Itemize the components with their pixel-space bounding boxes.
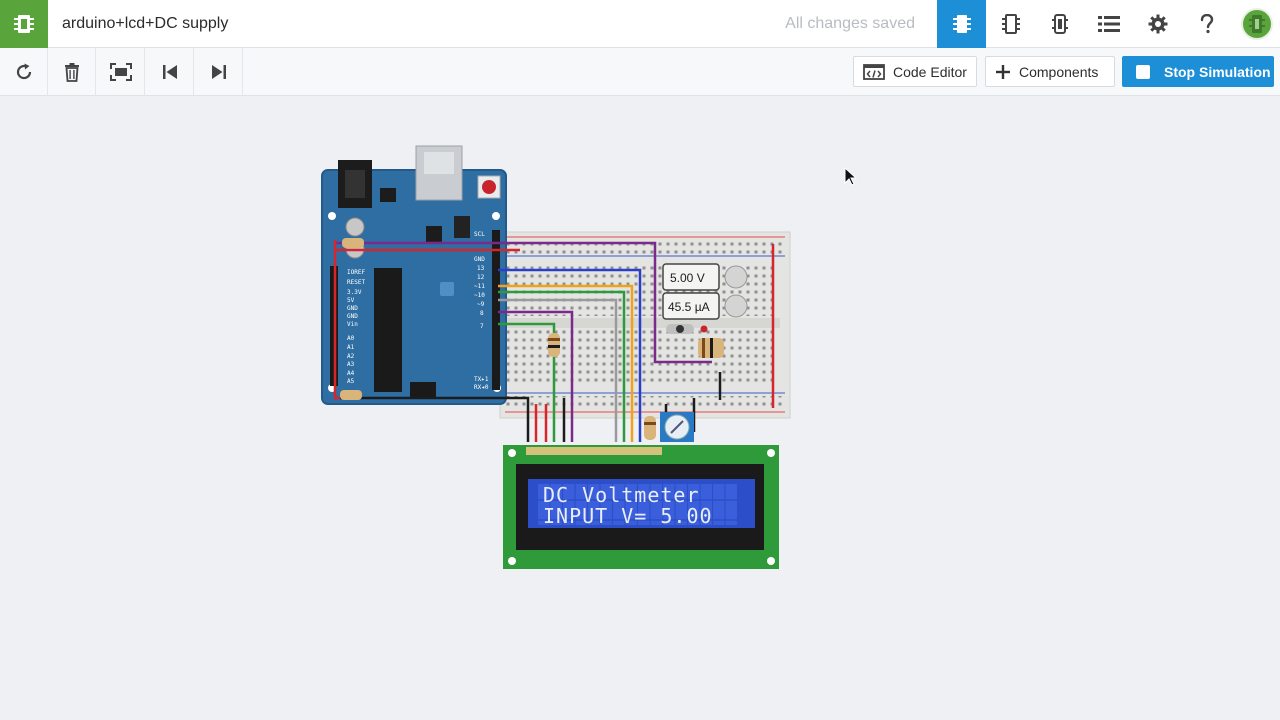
save-status: All changes saved: [785, 15, 915, 32]
stop-simulation-button[interactable]: Stop Simulation: [1122, 56, 1274, 87]
voltmeter[interactable]: 5.00 V: [662, 263, 748, 291]
svg-text:~9: ~9: [477, 301, 485, 308]
schematic-view-button[interactable]: [1035, 0, 1084, 48]
stop-simulation-label: Stop Simulation: [1164, 63, 1271, 80]
circuit-canvas[interactable]: IOREF RESET 3.3V 5V GND GND Vin A0 A1 A2…: [0, 97, 1280, 720]
svg-text:~10: ~10: [474, 292, 485, 299]
components-view-icon: [1001, 14, 1020, 34]
svg-text:12: 12: [477, 274, 485, 281]
user-avatar[interactable]: [1241, 8, 1273, 40]
components-button[interactable]: Components: [985, 56, 1115, 87]
rotate-button[interactable]: [0, 48, 48, 96]
svg-text:GND: GND: [474, 256, 485, 263]
svg-text:13: 13: [477, 265, 485, 272]
stop-icon: [1136, 64, 1150, 79]
fit-view-button[interactable]: [97, 48, 145, 96]
svg-text:A0: A0: [347, 335, 355, 342]
ammeter[interactable]: 45.5 µA: [662, 292, 748, 320]
top-header: arduino+lcd+DC supply All changes saved: [0, 0, 1280, 48]
project-title[interactable]: arduino+lcd+DC supply: [62, 0, 228, 48]
component-list-icon: [1097, 16, 1120, 32]
help-icon: [1200, 14, 1213, 34]
plus-icon: [995, 64, 1011, 80]
svg-text:TX▸1: TX▸1: [474, 376, 489, 383]
svg-text:GND: GND: [347, 313, 358, 320]
circuit-logo-icon: [14, 15, 34, 33]
potentiometer[interactable]: [660, 412, 694, 442]
code-editor-label: Code Editor: [893, 63, 967, 80]
rotate-icon: [16, 63, 31, 80]
svg-text:IOREF: IOREF: [347, 269, 365, 276]
svg-text:RESET: RESET: [347, 279, 365, 286]
svg-text:5V: 5V: [347, 297, 355, 304]
step-forward-button[interactable]: [195, 48, 243, 96]
help-button[interactable]: [1182, 0, 1231, 48]
schematic-view-icon: [1051, 14, 1068, 34]
svg-text:A4: A4: [347, 370, 355, 377]
svg-text:GND: GND: [347, 305, 358, 312]
fit-view-icon: [109, 63, 132, 81]
ammeter-reading: 45.5 µA: [668, 300, 710, 314]
delete-icon: [64, 63, 79, 82]
code-editor-button[interactable]: Code Editor: [853, 56, 977, 87]
delete-button[interactable]: [48, 48, 96, 96]
svg-text:A5: A5: [347, 378, 355, 385]
step-back-button[interactable]: [146, 48, 194, 96]
svg-text:3.3V: 3.3V: [347, 289, 362, 296]
code-editor-icon: [863, 63, 885, 80]
user-avatar-icon: [1249, 15, 1265, 33]
step-back-icon: [162, 65, 177, 79]
svg-text:RX◂0: RX◂0: [474, 384, 489, 391]
mouse-cursor-icon: [844, 167, 858, 186]
svg-text:7: 7: [480, 323, 484, 330]
lcd-line-2: INPUT V= 5.00: [543, 504, 713, 528]
toolbar: Code Editor Components Stop Simulation: [0, 48, 1280, 96]
svg-text:A1: A1: [347, 344, 355, 351]
svg-text:8: 8: [480, 310, 484, 317]
svg-text:SCL: SCL: [474, 231, 485, 238]
component-list-button[interactable]: [1084, 0, 1133, 48]
circuit-view-icon: [952, 15, 971, 33]
app-logo[interactable]: [0, 0, 48, 48]
step-forward-icon: [211, 65, 226, 79]
svg-text:Vin: Vin: [347, 321, 358, 328]
circuit-drawing: IOREF RESET 3.3V 5V GND GND Vin A0 A1 A2…: [321, 145, 791, 569]
settings-icon: [1148, 14, 1167, 34]
components-label: Components: [1019, 63, 1099, 80]
voltmeter-reading: 5.00 V: [670, 271, 705, 285]
settings-button[interactable]: [1133, 0, 1182, 48]
svg-text:A3: A3: [347, 361, 355, 368]
circuit-view-button[interactable]: [937, 0, 986, 48]
lcd-display[interactable]: DC Voltmeter INPUT V= 5.00: [503, 445, 779, 569]
arduino-uno-board[interactable]: IOREF RESET 3.3V 5V GND GND Vin A0 A1 A2…: [321, 145, 507, 405]
components-view-button[interactable]: [986, 0, 1035, 48]
svg-text:~11: ~11: [474, 283, 485, 290]
svg-text:A2: A2: [347, 353, 355, 360]
